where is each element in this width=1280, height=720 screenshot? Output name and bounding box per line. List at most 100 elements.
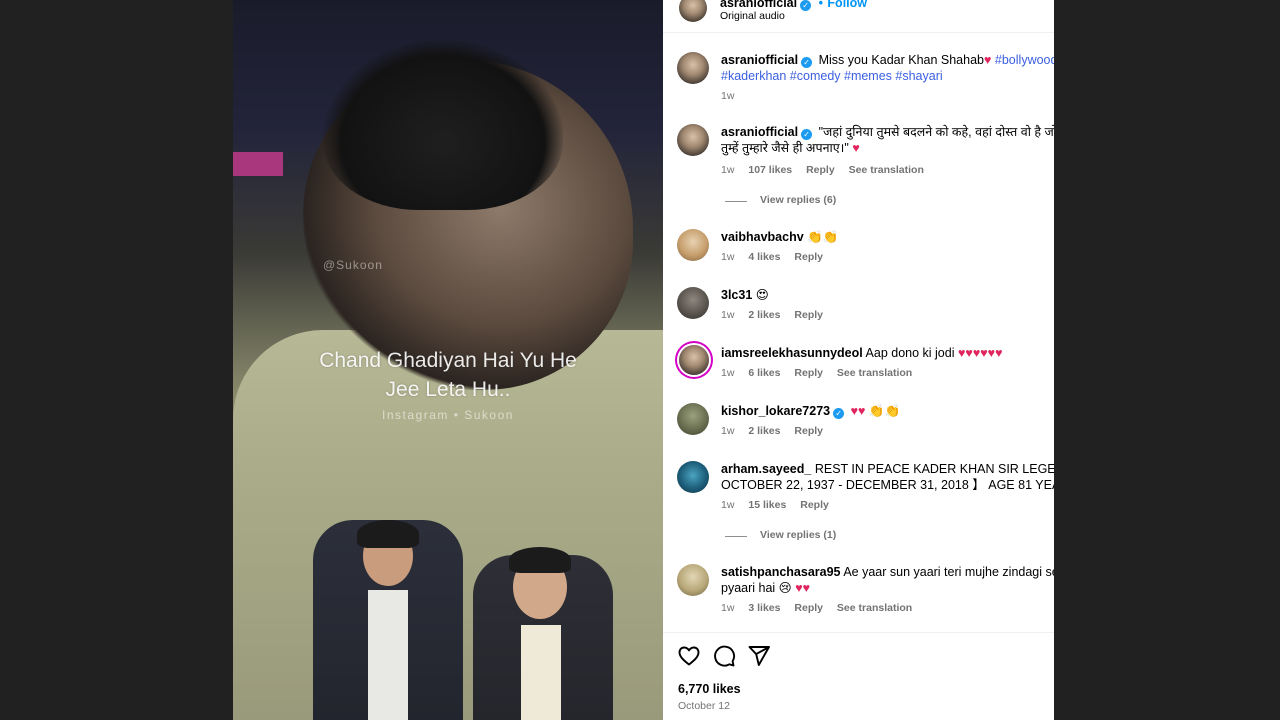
- reply-button[interactable]: Reply: [794, 367, 823, 379]
- comment-time: 1w: [721, 367, 735, 379]
- comment-time: 1w: [721, 251, 735, 263]
- watermark-top: @Sukoon: [323, 258, 383, 272]
- divider: [663, 32, 1054, 33]
- figure-collar: [521, 625, 561, 720]
- reply-button[interactable]: Reply: [794, 309, 823, 321]
- reply-button[interactable]: Reply: [800, 499, 829, 511]
- comment-username[interactable]: satishpanchasara95: [721, 565, 841, 579]
- follow-button[interactable]: Follow: [827, 0, 867, 10]
- see-translation-button[interactable]: See translation: [849, 164, 924, 176]
- caption-username[interactable]: asraniofficial: [721, 53, 798, 67]
- view-replies[interactable]: View replies (1): [663, 529, 1054, 543]
- comment-time: 1w: [721, 499, 735, 511]
- view-replies-button[interactable]: View replies (1): [760, 529, 836, 541]
- share-icon[interactable]: [747, 644, 771, 668]
- quote-line-2: Jee Leta Hu..: [385, 378, 511, 401]
- comment-time: 1w: [721, 602, 735, 614]
- heart-emoji: ♥♥♥♥♥♥: [957, 346, 1003, 360]
- avatar[interactable]: [677, 564, 709, 596]
- comment-text-cont: OCTOBER 22, 1937 - DECEMBER 31, 2018 】 A…: [721, 478, 1054, 492]
- divider: [663, 632, 1054, 633]
- avatar[interactable]: [679, 345, 709, 375]
- avatar[interactable]: [677, 403, 709, 435]
- like-count[interactable]: 6,770 likes: [678, 682, 741, 696]
- comment-likes[interactable]: 15 likes: [748, 499, 786, 511]
- comment-text: 👏👏: [868, 404, 901, 418]
- comment-username[interactable]: 3lc31: [721, 288, 752, 302]
- reply-button[interactable]: Reply: [794, 602, 823, 614]
- comment-likes[interactable]: 2 likes: [748, 425, 780, 437]
- avatar[interactable]: [677, 52, 709, 84]
- avatar[interactable]: [677, 287, 709, 319]
- comment: satishpanchasara95 Ae yaar sun yaari ter…: [663, 564, 1054, 620]
- comment: arham.sayeed_ REST IN PEACE KADER KHAN S…: [663, 461, 1054, 517]
- comment-icon[interactable]: [712, 644, 736, 668]
- comment-time: 1w: [721, 309, 735, 321]
- verified-icon: ✓: [801, 129, 813, 140]
- reply-button[interactable]: Reply: [794, 425, 823, 437]
- comment-text: REST IN PEACE KADER KHAN SIR LEGEND 【: [814, 462, 1054, 476]
- verified-icon: ✓: [833, 408, 845, 419]
- comment-time: 1w: [721, 425, 735, 437]
- comment-likes[interactable]: 3 likes: [748, 602, 780, 614]
- view-replies-button[interactable]: View replies (6): [760, 194, 836, 206]
- verified-icon: ✓: [801, 57, 813, 68]
- post-header: asraniofficial ✓ • Follow Original audio: [663, 0, 1054, 26]
- comment-text: Aap dono ki jodi: [865, 346, 955, 360]
- header-username[interactable]: asraniofficial: [720, 0, 797, 10]
- comment-likes[interactable]: 6 likes: [748, 367, 780, 379]
- replies-line: [725, 201, 747, 202]
- avatar[interactable]: [677, 461, 709, 493]
- media-figure-hair: [323, 40, 563, 210]
- reply-button[interactable]: Reply: [806, 164, 835, 176]
- hashtag[interactable]: #bollywood: [995, 53, 1054, 67]
- figure-hair: [509, 547, 571, 573]
- heart-emoji: ♥: [852, 141, 860, 155]
- heart-icon[interactable]: [677, 644, 701, 668]
- see-translation-button[interactable]: See translation: [837, 367, 912, 379]
- comment: vaibhavbachv 👏👏 1w 4 likes Reply: [663, 229, 1054, 269]
- comment-username[interactable]: iamsreelekhasunnydeol: [721, 346, 863, 360]
- figure-collar: [368, 590, 408, 720]
- comment-text: 😍: [755, 288, 769, 302]
- comment-username[interactable]: arham.sayeed_: [721, 462, 811, 476]
- comment-text-cont: तुम्हें तुम्हारे जैसे ही अपनाए।": [721, 141, 849, 155]
- comment: iamsreelekhasunnydeol Aap dono ki jodi ♥…: [663, 345, 1054, 385]
- avatar[interactable]: [677, 124, 709, 156]
- verified-icon: ✓: [800, 0, 812, 11]
- comment: asraniofficial ✓ "जहां दुनिया तुमसे बदलने…: [663, 124, 1054, 184]
- media-figure-right: [473, 547, 613, 720]
- comment-time: 1w: [721, 164, 735, 176]
- audio-label[interactable]: Original audio: [720, 10, 785, 22]
- comment-text: 👏👏: [807, 230, 839, 244]
- background-light: [233, 152, 283, 176]
- comment-text: "जहां दुनिया तुमसे बदलने को कहे, वहां दो…: [818, 125, 1054, 139]
- figure-hair: [357, 520, 419, 548]
- comment-username[interactable]: asraniofficial: [721, 125, 798, 139]
- caption: asraniofficial ✓ Miss you Kadar Khan Shah…: [663, 52, 1054, 104]
- heart-emoji: ♥♥: [795, 581, 811, 595]
- see-translation-button[interactable]: See translation: [837, 602, 912, 614]
- replies-line: [725, 536, 747, 537]
- reply-button[interactable]: Reply: [794, 251, 823, 263]
- comment-likes[interactable]: 2 likes: [748, 309, 780, 321]
- comment-username[interactable]: vaibhavbachv: [721, 230, 804, 244]
- heart-emoji: ♥♥: [850, 404, 866, 418]
- comment: kishor_lokare7273 ✓ ♥♥ 👏👏 1w 2 likes Repl…: [663, 403, 1054, 443]
- comment-username[interactable]: kishor_lokare7273: [721, 404, 830, 418]
- quote-line-1: Chand Ghadiyan Hai Yu He: [319, 349, 577, 372]
- comment-likes[interactable]: 4 likes: [748, 251, 780, 263]
- post-date: October 12: [678, 700, 730, 712]
- avatar[interactable]: [679, 0, 707, 22]
- media-figure-left: [313, 520, 463, 720]
- comment-likes[interactable]: 107 likes: [748, 164, 792, 176]
- post-panel: asraniofficial ✓ • Follow Original audio …: [663, 0, 1054, 720]
- view-replies[interactable]: View replies (6): [663, 194, 1054, 208]
- hashtag-line[interactable]: #kaderkhan #comedy #memes #shayari: [721, 69, 943, 83]
- reel-media[interactable]: @Sukoon Chand Ghadiyan Hai Yu He Jee Let…: [233, 0, 663, 720]
- heart-emoji: ♥: [984, 53, 992, 67]
- comment-text: Ae yaar sun yaari teri mujhe zindagi se …: [843, 565, 1054, 579]
- avatar[interactable]: [677, 229, 709, 261]
- comment-text-cont: pyaari hai 😢: [721, 581, 792, 595]
- caption-time: 1w: [721, 90, 735, 102]
